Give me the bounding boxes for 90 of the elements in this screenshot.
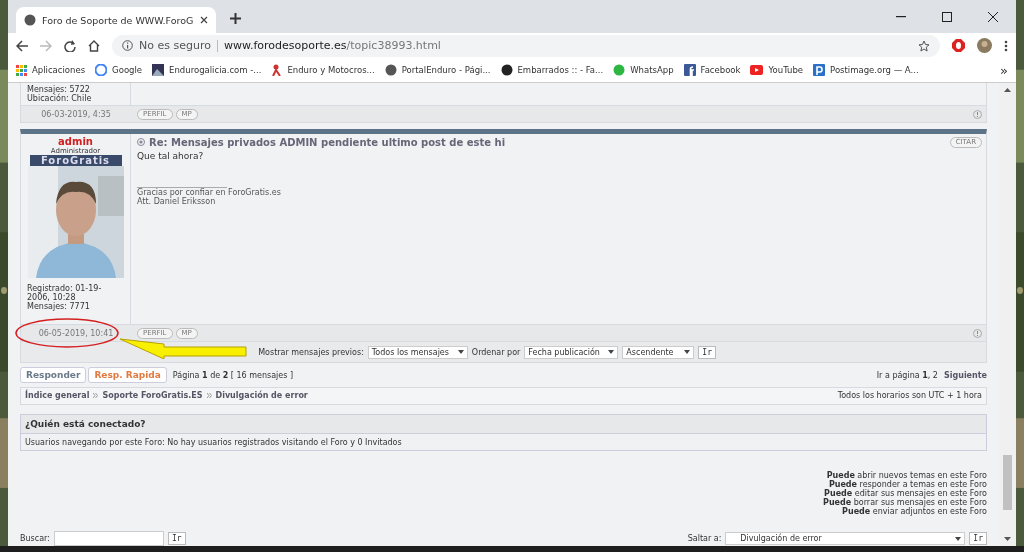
page-links: Ir a página 1, 2 (876, 370, 938, 380)
globe-icon (384, 64, 397, 76)
dropdown-caret-icon (955, 536, 962, 541)
breadcrumb-link[interactable]: Índice general (25, 391, 90, 401)
profile-info: Mensajes: 7771 (27, 302, 91, 311)
apps-grid-icon (16, 64, 27, 76)
search-label: Buscar: (20, 534, 50, 543)
new-tab-icon[interactable] (230, 13, 241, 24)
post-body: Que tal ahora? (137, 151, 205, 161)
report-icon[interactable] (973, 109, 982, 119)
jump-go-button[interactable]: Ir (969, 532, 987, 545)
permission-text: Puede abrir nuevos temas en este Foro (826, 471, 987, 480)
online-users-text: Usuarios navegando por este Foro: No hay usuarios registrados visitando el Foro y 0 Invitados (24, 436, 403, 449)
profile-info: Ubicación: Chile (27, 94, 93, 103)
minimize-icon[interactable] (896, 15, 906, 18)
permission-text: Puede responder a temas en este Foro (828, 480, 987, 489)
f-icon (683, 64, 696, 76)
sort-label: Ordenar por (471, 347, 521, 357)
browser-tab[interactable]: Foro de Soporte de WWW.ForoG (16, 7, 216, 33)
separator-icon (93, 393, 99, 399)
rank-banner: ForoGratis (29, 155, 122, 166)
security-label: No es seguro (139, 39, 211, 52)
permission-text: Puede editar sus mensajes en este Foro (824, 489, 987, 498)
bookmark[interactable]: Embarrados :: - Fa... (500, 64, 604, 76)
next-link[interactable]: Siguiente (943, 370, 987, 380)
section-title: ¿Quién está conectado? (21, 415, 986, 434)
globe-icon (24, 14, 36, 26)
bookmark[interactable]: Enduro y Motocros... (271, 64, 375, 76)
profile-info: Mensajes: 5722 (27, 85, 90, 94)
reply-button[interactable]: Responder (20, 367, 87, 383)
home-icon[interactable] (88, 39, 100, 52)
search-go-button[interactable]: Ir (167, 532, 186, 545)
messages-select[interactable]: Todos los mensajes (367, 345, 468, 359)
direction-select[interactable]: Ascendente (622, 345, 695, 359)
scrollbar-thumb[interactable] (1003, 455, 1012, 510)
bookmark[interactable]: Aplicaciones (16, 64, 86, 76)
close-icon[interactable] (200, 16, 208, 24)
sort-select[interactable]: Fecha publicación (524, 345, 619, 359)
post-title[interactable]: Re: Mensajes privados ADMIN pendiente ultimo post de este hi (149, 137, 506, 148)
bookmark[interactable]: PortalEnduro - Pági... (384, 64, 491, 76)
dropdown-caret-icon (608, 350, 615, 355)
profile-info: Registrado: 01-19-2006, 10:28 (27, 284, 103, 302)
breadcrumb-link[interactable]: Soporte ForoGratis.ES (102, 391, 203, 401)
address-bar[interactable]: No es seguro www.forodesoporte.es/topic38993.html (112, 34, 940, 57)
author-name[interactable]: admin (27, 136, 124, 147)
dropdown-caret-icon (684, 350, 691, 355)
back-icon[interactable] (16, 39, 28, 52)
separator-icon (206, 393, 212, 399)
signature-text: Att. Daniel Eriksson (137, 197, 217, 206)
go-button[interactable]: Ir (698, 345, 716, 359)
bookmark[interactable]: Endurogalicia.com -... (152, 64, 262, 76)
timezone-note: Todos los horarios son UTC + 1 hora (837, 391, 982, 401)
filter-label: Mostrar mensajes previos: (258, 347, 364, 357)
more-bookmarks[interactable]: » (1000, 62, 1008, 78)
scroll-up-icon[interactable] (1004, 87, 1011, 93)
dropdown-caret-icon (457, 350, 464, 355)
bookmark[interactable]: Google (95, 64, 143, 76)
scroll-down-icon[interactable] (1004, 536, 1011, 542)
info-icon (122, 40, 133, 51)
menu-icon[interactable] (1004, 39, 1008, 52)
bookmark[interactable]: YouTube (750, 65, 804, 75)
bookmark[interactable]: Facebook (683, 64, 741, 76)
bookmark[interactable]: Postimage.org — A... (813, 64, 919, 76)
breadcrumb-link[interactable]: Divulgación de error (215, 391, 308, 401)
p-icon (813, 64, 826, 76)
play-icon (750, 65, 764, 75)
permission-text: Puede enviar adjuntos en este Foro (842, 507, 987, 516)
search-field[interactable] (53, 531, 164, 546)
tab-title: Foro de Soporte de WWW.ForoG (42, 14, 194, 26)
report-icon[interactable] (973, 328, 982, 338)
jump-label: Saltar a: (687, 534, 722, 543)
url-host: www.forodesoporte.es (223, 39, 347, 52)
rider-icon (271, 64, 283, 76)
post-date: 06-03-2019, 4:35 (40, 109, 112, 119)
reload-icon[interactable] (64, 39, 76, 52)
permission-text: Puede borrar sus mensajes en este Foro (823, 498, 987, 507)
maximize-icon[interactable] (942, 11, 952, 22)
jump-select[interactable]: Divulgación de error (725, 532, 966, 545)
photo-icon (152, 64, 165, 76)
close-icon[interactable] (988, 11, 998, 22)
round-badge-icon (500, 64, 513, 76)
pagination-info: Página 1 de 2 [ 16 mensajes ] (172, 370, 294, 380)
avatar-icon[interactable] (977, 38, 992, 53)
bookmark[interactable]: WhatsApp (613, 64, 674, 76)
star-icon[interactable] (918, 39, 930, 52)
octagon-icon[interactable] (952, 39, 965, 52)
post-icon (137, 138, 145, 146)
url-path: /topic38993.html (346, 39, 441, 52)
signature-text: Gracias por confiar en ForoGratis.es (137, 188, 282, 197)
post-date: 06-05-2019, 10:41 (37, 328, 115, 338)
